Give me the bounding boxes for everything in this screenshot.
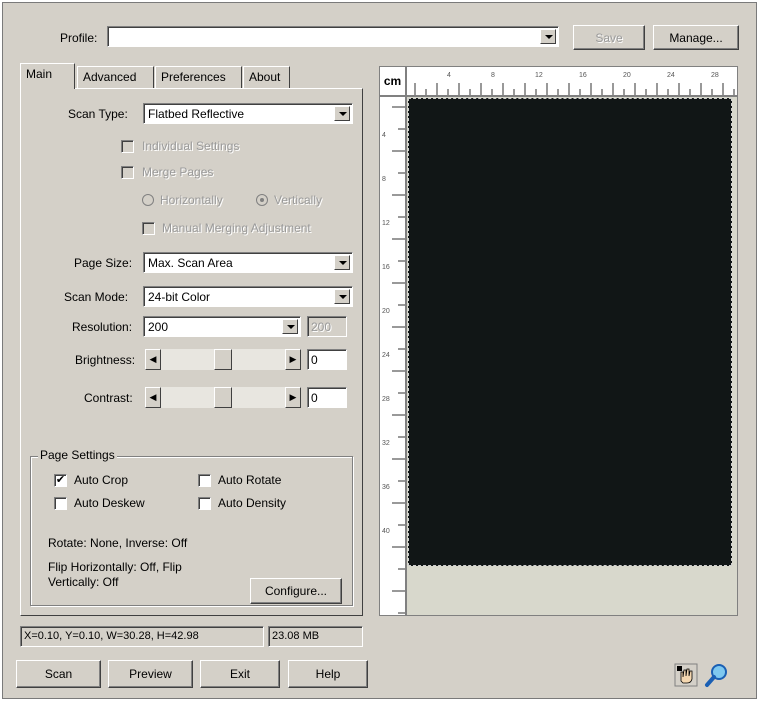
right-arrow-icon[interactable]: ▶ xyxy=(285,349,301,370)
ruler-label: 12 xyxy=(535,72,543,79)
zoom-icon[interactable] xyxy=(704,662,730,688)
configure-button[interactable]: Configure... xyxy=(250,578,342,604)
left-arrow-icon[interactable]: ◀ xyxy=(145,387,161,408)
auto-deskew-checkbox[interactable] xyxy=(54,497,67,510)
resolution-dropdown[interactable]: 200 xyxy=(143,316,301,337)
right-arrow-icon[interactable]: ▶ xyxy=(285,387,301,408)
scan-button[interactable]: Scan xyxy=(16,660,101,688)
flip-info-line2: Vertically: Off xyxy=(48,575,119,589)
ruler-label: 24 xyxy=(667,72,675,79)
auto-deskew-label: Auto Deskew xyxy=(74,496,145,510)
horizontally-radio[interactable] xyxy=(142,194,154,206)
help-button[interactable]: Help xyxy=(288,660,368,688)
chevron-down-icon[interactable] xyxy=(540,29,556,44)
profile-label: Profile: xyxy=(60,31,98,45)
ruler-label: 8 xyxy=(491,72,495,79)
manual-merging-checkbox[interactable] xyxy=(142,222,155,235)
ruler-label: 32 xyxy=(382,440,390,447)
merge-pages-label: Merge Pages xyxy=(142,165,214,179)
save-button[interactable]: Save xyxy=(573,25,645,50)
tab-preferences[interactable]: Preferences xyxy=(155,66,242,88)
tab-main[interactable]: Main xyxy=(20,63,75,89)
auto-density-checkbox[interactable] xyxy=(198,497,211,510)
page-size-dropdown[interactable]: Max. Scan Area xyxy=(143,252,353,273)
ruler-top: 4 8 12 16 20 24 28 xyxy=(406,66,738,96)
page-size-label: Page Size: xyxy=(74,256,133,270)
ruler-label: 12 xyxy=(382,220,390,227)
auto-density-label: Auto Density xyxy=(218,496,287,510)
ruler-unit: cm xyxy=(379,66,406,96)
exit-button[interactable]: Exit xyxy=(200,660,280,688)
left-arrow-icon[interactable]: ◀ xyxy=(145,349,161,370)
auto-crop-label: Auto Crop xyxy=(74,473,129,487)
ruler-label: 20 xyxy=(623,72,631,79)
ruler-left: 4 8 12 16 20 24 28 32 36 40 xyxy=(379,96,406,616)
ruler-label: 40 xyxy=(382,528,390,535)
status-coords: X=0.10, Y=0.10, W=30.28, H=42.98 xyxy=(20,626,264,647)
rotate-info: Rotate: None, Inverse: Off xyxy=(48,536,188,550)
ruler-label: 16 xyxy=(579,72,587,79)
tab-advanced[interactable]: Advanced xyxy=(77,66,154,88)
resolution-label: Resolution: xyxy=(72,320,133,334)
ruler-label: 36 xyxy=(382,484,390,491)
chevron-down-icon[interactable] xyxy=(334,255,350,270)
horizontally-label: Horizontally xyxy=(160,193,223,207)
preview-button[interactable]: Preview xyxy=(108,660,193,688)
chevron-down-icon[interactable] xyxy=(334,106,350,121)
vertically-label: Vertically xyxy=(274,193,323,207)
flip-info-line1: Flip Horizontally: Off, Flip xyxy=(48,560,182,574)
contrast-slider[interactable]: ◀ ▶ xyxy=(145,387,301,408)
ruler-label: 4 xyxy=(447,72,451,79)
brightness-value[interactable]: 0 xyxy=(307,349,347,370)
ruler-label: 8 xyxy=(382,176,386,183)
resolution-field[interactable]: 200 xyxy=(307,316,347,337)
scan-mode-label: Scan Mode: xyxy=(64,290,129,304)
profile-dropdown[interactable] xyxy=(107,26,559,47)
brightness-thumb[interactable] xyxy=(214,349,232,370)
individual-settings-checkbox[interactable] xyxy=(121,140,134,153)
chevron-down-icon[interactable] xyxy=(334,289,350,304)
scan-mode-dropdown[interactable]: 24-bit Color xyxy=(143,286,353,307)
auto-rotate-label: Auto Rotate xyxy=(218,473,282,487)
contrast-label: Contrast: xyxy=(84,391,133,405)
manual-merging-label: Manual Merging Adjustment xyxy=(162,221,311,235)
ruler-label: 28 xyxy=(382,396,390,403)
chevron-down-icon[interactable] xyxy=(282,319,298,334)
ruler-label: 4 xyxy=(382,132,386,139)
auto-rotate-checkbox[interactable] xyxy=(198,474,211,487)
auto-crop-checkbox[interactable]: ✔ xyxy=(54,474,67,487)
vertically-radio[interactable] xyxy=(256,194,268,206)
brightness-slider[interactable]: ◀ ▶ xyxy=(145,349,301,370)
tab-about[interactable]: About xyxy=(243,66,290,88)
manage-button[interactable]: Manage... xyxy=(653,25,739,50)
status-size: 23.08 MB xyxy=(268,626,363,647)
ruler-label: 24 xyxy=(382,352,390,359)
ruler-label: 28 xyxy=(711,72,719,79)
page-settings-title: Page Settings xyxy=(38,448,117,462)
scan-type-label: Scan Type: xyxy=(68,107,128,121)
individual-settings-label: Individual Settings xyxy=(142,139,240,153)
hand-tool-icon[interactable] xyxy=(673,662,699,688)
ruler-label: 20 xyxy=(382,308,390,315)
ruler-label: 16 xyxy=(382,264,390,271)
preview-image[interactable] xyxy=(408,98,732,566)
contrast-thumb[interactable] xyxy=(214,387,232,408)
merge-pages-checkbox[interactable] xyxy=(121,166,134,179)
scan-type-dropdown[interactable]: Flatbed Reflective xyxy=(143,103,353,124)
contrast-value[interactable]: 0 xyxy=(307,387,347,408)
brightness-label: Brightness: xyxy=(75,353,136,367)
